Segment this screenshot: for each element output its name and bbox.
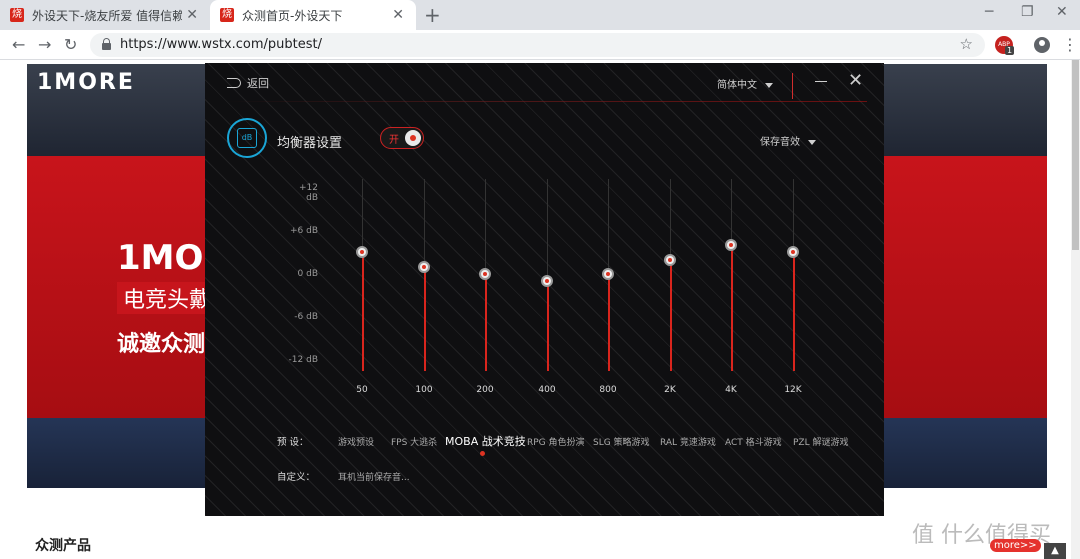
freq-label-2k: 2K bbox=[664, 385, 676, 395]
freq-label-800: 800 bbox=[599, 385, 617, 395]
eq-slider-knob-12k[interactable] bbox=[787, 246, 799, 258]
save-effect-dropdown[interactable]: 保存音效 bbox=[760, 133, 816, 148]
scrollbar-thumb[interactable] bbox=[1072, 60, 1079, 250]
tab-title: 外设天下-烧友所爱 值得信赖(W bbox=[32, 8, 182, 23]
db-label-minus12: -12 dB bbox=[288, 355, 318, 365]
eq-slider-fill bbox=[361, 252, 364, 371]
eq-slider-fill bbox=[484, 274, 487, 371]
scroll-to-top-icon[interactable]: ▲ bbox=[1044, 543, 1066, 559]
window-minimize-icon[interactable]: ─ bbox=[985, 4, 993, 20]
db-label-minus6: -6 dB bbox=[294, 312, 318, 322]
eq-app-window: 返回 简体中文 ✕ dB 均衡器设置 开 保存音效 +12 dB +6 dB 0… bbox=[205, 63, 884, 516]
eq-slider-fill bbox=[607, 274, 610, 371]
profile-avatar-icon[interactable] bbox=[1034, 37, 1050, 53]
eq-slider-knob-200[interactable] bbox=[479, 268, 491, 280]
reload-icon[interactable]: ↻ bbox=[64, 35, 77, 54]
save-effect-label: 保存音效 bbox=[760, 137, 800, 148]
db-label-plus12: +12 dB bbox=[299, 183, 318, 203]
active-preset-indicator bbox=[480, 451, 485, 456]
preset-label: 预 设： bbox=[277, 437, 309, 448]
minimize-button[interactable] bbox=[815, 81, 827, 82]
preset-game-default[interactable]: 游戏预设 bbox=[338, 435, 374, 448]
return-arrow-icon bbox=[227, 78, 241, 88]
eq-slider-fill bbox=[546, 281, 549, 371]
window-restore-icon[interactable]: ❐ bbox=[1021, 4, 1034, 20]
new-tab-button[interactable]: + bbox=[424, 3, 441, 27]
caret-down-icon bbox=[765, 82, 773, 88]
back-button[interactable]: 返回 bbox=[227, 75, 269, 91]
site-favicon-icon: 烧 bbox=[10, 8, 24, 22]
lock-icon bbox=[102, 38, 111, 50]
more-button[interactable]: more>> bbox=[990, 539, 1041, 552]
section-title: 众测产品 bbox=[35, 538, 91, 554]
banner-cta: 诚邀众测 bbox=[117, 332, 206, 357]
url-text[interactable]: https://www.wstx.com/pubtest/ bbox=[120, 37, 322, 52]
preset-act[interactable]: ACT 格斗游戏 bbox=[725, 435, 782, 448]
banner-headline: 1MOI bbox=[117, 238, 217, 278]
freq-label-50: 50 bbox=[356, 385, 368, 395]
tab-pubtest[interactable]: 烧 众测首页-外设天下 ✕ bbox=[210, 0, 416, 30]
preset-ral[interactable]: RAL 竞速游戏 bbox=[660, 435, 716, 448]
eq-slider-knob-2k[interactable] bbox=[664, 254, 676, 266]
eq-slider-fill bbox=[730, 245, 733, 371]
extension-badge: 1 bbox=[1005, 46, 1015, 55]
close-icon[interactable]: ✕ bbox=[186, 7, 198, 23]
eq-slider-knob-400[interactable] bbox=[541, 275, 553, 287]
db-label-plus6: +6 dB bbox=[289, 226, 318, 236]
site-favicon-icon: 烧 bbox=[220, 8, 234, 22]
freq-label-400: 400 bbox=[538, 385, 556, 395]
freq-label-4k: 4K bbox=[725, 385, 737, 395]
preset-rpg[interactable]: RPG 角色扮演 bbox=[527, 435, 585, 448]
close-button[interactable]: ✕ bbox=[848, 70, 863, 91]
eq-toggle[interactable]: 开 bbox=[380, 127, 424, 149]
back-arrow-icon[interactable]: ← bbox=[12, 35, 25, 54]
language-label: 简体中文 bbox=[717, 80, 757, 91]
eq-slider-fill bbox=[792, 252, 795, 371]
eq-slider-knob-100[interactable] bbox=[418, 261, 430, 273]
eq-slider-fill bbox=[423, 267, 426, 371]
freq-label-100: 100 bbox=[415, 385, 433, 395]
close-icon[interactable]: ✕ bbox=[392, 7, 404, 23]
brand-logo: 1MORE bbox=[37, 70, 135, 95]
eq-title: 均衡器设置 bbox=[277, 136, 343, 151]
toggle-knob bbox=[405, 130, 421, 146]
eq-slider-knob-800[interactable] bbox=[602, 268, 614, 280]
preset-pzl[interactable]: PZL 解谜游戏 bbox=[793, 435, 848, 448]
page-scrollbar[interactable] bbox=[1071, 60, 1080, 559]
custom-value[interactable]: 耳机当前保存音... bbox=[338, 470, 410, 483]
banner-subtitle: 电竞头戴 bbox=[117, 282, 218, 314]
eq-slider-knob-4k[interactable] bbox=[725, 239, 737, 251]
caret-down-icon bbox=[808, 139, 816, 145]
address-bar-row: ← → ↻ https://www.wstx.com/pubtest/ ☆ AB… bbox=[0, 30, 1080, 60]
omnibox[interactable]: https://www.wstx.com/pubtest/ ☆ bbox=[90, 33, 985, 57]
preset-fps[interactable]: FPS 大逃杀 bbox=[391, 435, 437, 448]
tab-strip: 烧 外设天下-烧友所爱 值得信赖(W ✕ 烧 众测首页-外设天下 ✕ + ─ ❐… bbox=[0, 0, 1080, 30]
preset-slg[interactable]: SLG 策略游戏 bbox=[593, 435, 650, 448]
preset-moba[interactable]: MOBA 战术竞技 bbox=[445, 433, 526, 449]
back-label: 返回 bbox=[247, 77, 269, 90]
freq-label-12k: 12K bbox=[784, 385, 802, 395]
forward-arrow-icon[interactable]: → bbox=[38, 35, 51, 54]
freq-label-200: 200 bbox=[476, 385, 494, 395]
tab-title: 众测首页-外设天下 bbox=[242, 8, 343, 23]
custom-label: 自定义： bbox=[277, 472, 316, 483]
eq-slider-fill bbox=[669, 260, 672, 371]
chrome-menu-icon[interactable]: ⋮ bbox=[1062, 35, 1078, 54]
toggle-label: 开 bbox=[389, 135, 399, 146]
bookmark-star-icon[interactable]: ☆ bbox=[960, 35, 973, 53]
window-close-icon[interactable]: ✕ bbox=[1056, 4, 1068, 20]
equalizer-icon: dB bbox=[227, 118, 267, 158]
db-label-0: 0 dB bbox=[297, 269, 318, 279]
language-select[interactable]: 简体中文 bbox=[717, 76, 773, 91]
eq-slider-knob-50[interactable] bbox=[356, 246, 368, 258]
tab-waishe-home[interactable]: 烧 外设天下-烧友所爱 值得信赖(W ✕ bbox=[0, 0, 210, 30]
